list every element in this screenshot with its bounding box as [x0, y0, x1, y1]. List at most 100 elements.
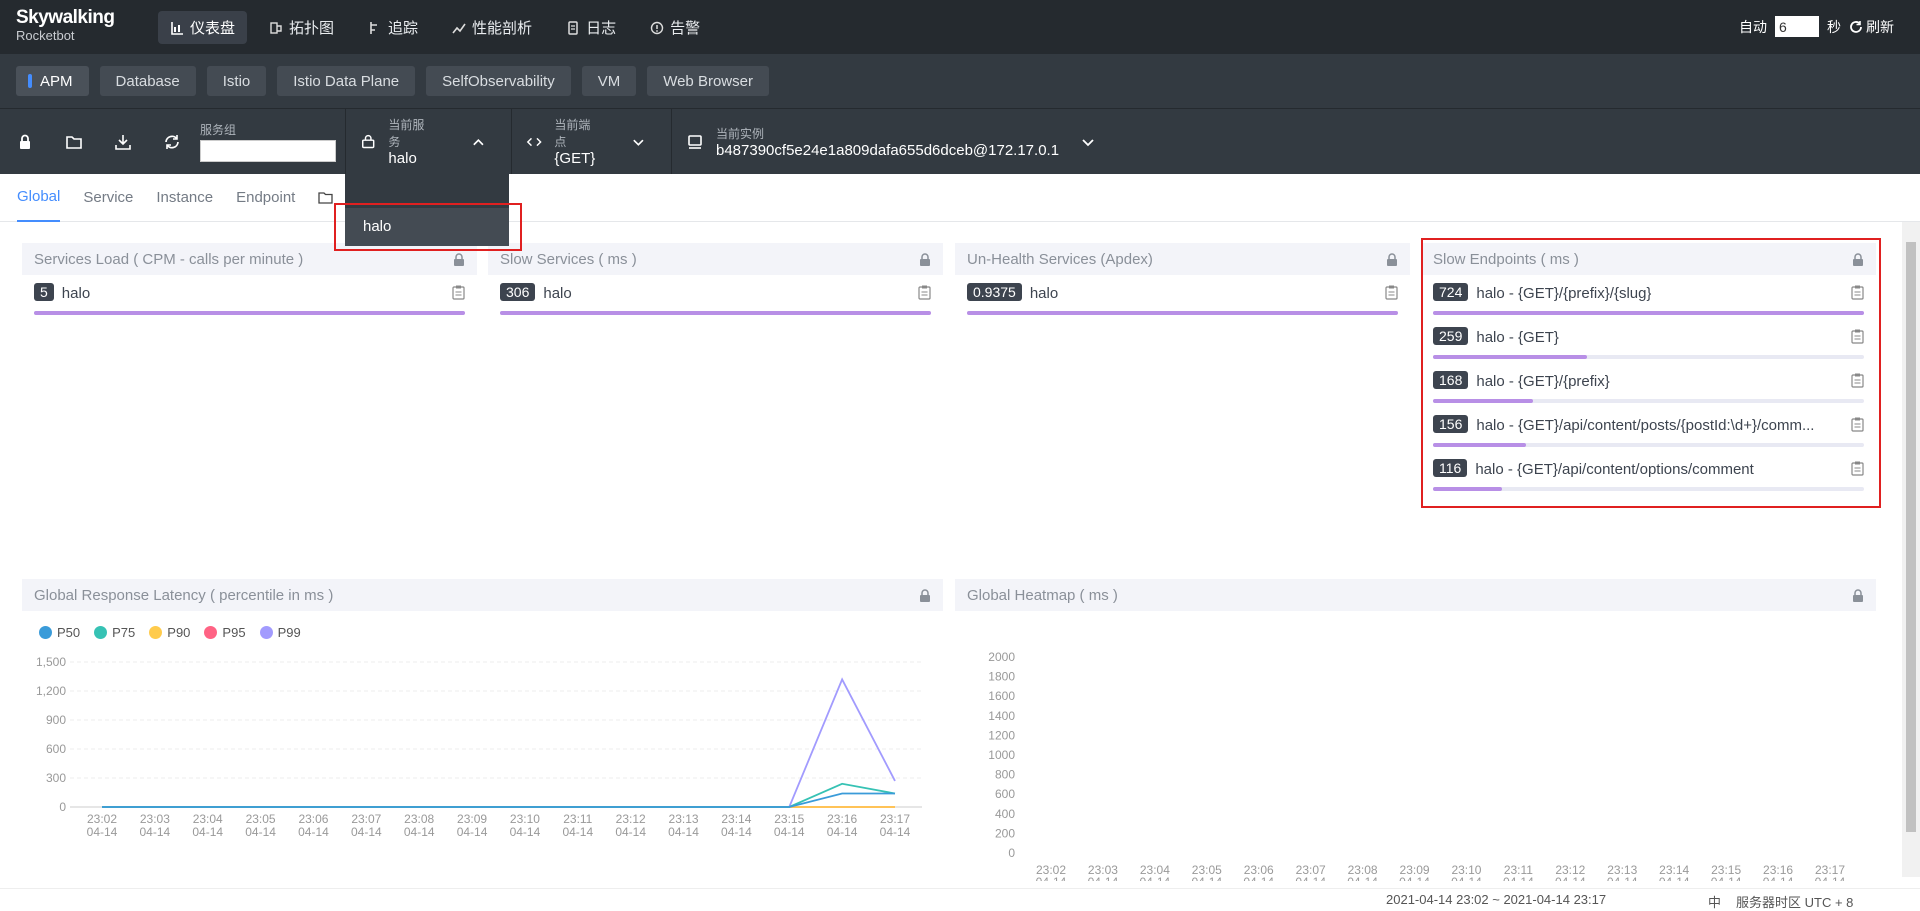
x-tick-label: 23:14 [721, 812, 751, 826]
instance-selector[interactable]: 当前实例 b487390cf5e24e1a809dafa655d6dceb@17… [671, 108, 1133, 175]
layer-web-browser[interactable]: Web Browser [647, 66, 769, 96]
time-range[interactable]: 2021-04-14 23:02 ~ 2021-04-14 23:17 [1386, 892, 1606, 907]
lock-icon[interactable] [1852, 588, 1864, 602]
scrollbar-thumb[interactable] [1906, 242, 1916, 832]
nav-profile-label: 性能剖析 [472, 20, 533, 37]
nav-dashboard[interactable]: 仪表盘 [158, 11, 248, 44]
x-tick-label: 23:12 [616, 812, 646, 826]
list-item[interactable]: 168 halo - {GET}/{prefix} [1421, 363, 1876, 407]
clipboard-icon[interactable] [918, 285, 931, 300]
list-item[interactable]: 0.9375 halo [955, 275, 1410, 319]
list-item[interactable]: 116 halo - {GET}/api/content/options/comm… [1421, 451, 1876, 495]
nav-log[interactable]: 日志 [554, 11, 628, 44]
y-tick-label: 200 [995, 826, 1015, 840]
x-tick-sublabel: 04-14 [192, 825, 223, 839]
x-tick-label: 23:02 [87, 812, 117, 826]
tab-folder-button[interactable] [318, 174, 333, 222]
clipboard-icon[interactable] [1851, 417, 1864, 432]
panel-title: Global Response Latency ( percentile in … [34, 586, 334, 604]
legend-label: P50 [57, 625, 81, 640]
service-option-halo[interactable]: halo [345, 208, 509, 246]
legend-item[interactable]: P99 [259, 625, 301, 640]
slow-endpoints-list: 724 halo - {GET}/{prefix}/{slug} 259 halo -… [1421, 275, 1876, 495]
item-name: halo - {GET}/{prefix} [1476, 373, 1610, 390]
chevron-up-icon [473, 138, 484, 145]
list-item[interactable]: 259 halo - {GET} [1421, 319, 1876, 363]
layer-vm[interactable]: VM [581, 66, 637, 96]
endpoint-selector[interactable]: 当前端点 {GET} [511, 108, 671, 175]
reload-button[interactable] [147, 109, 196, 175]
y-tick-label: 2000 [988, 650, 1015, 664]
language-toggle[interactable]: 中 [1708, 892, 1721, 911]
legend-dot [149, 626, 163, 639]
auto-refresh: 自动 秒 刷新 [1739, 16, 1894, 37]
panel-header: Services Load ( CPM - calls per minute ) [22, 243, 477, 275]
tab-instance[interactable]: Instance [156, 174, 213, 222]
logo-subtitle: Rocketbot [16, 28, 75, 43]
x-tick-sublabel: 04-14 [827, 825, 858, 839]
download-icon [114, 134, 131, 150]
auto-interval-input[interactable] [1775, 16, 1819, 37]
y-tick-label: 1,500 [36, 655, 66, 669]
legend-item[interactable]: P90 [149, 625, 190, 640]
service-group-input[interactable] [200, 140, 336, 162]
item-name: halo [543, 285, 572, 302]
download-button[interactable] [98, 109, 147, 175]
tab-service[interactable]: Service [83, 174, 133, 222]
layer-database[interactable]: Database [99, 66, 196, 96]
lock-icon[interactable] [919, 252, 931, 266]
service-selector[interactable]: 当前服务 halo [345, 108, 511, 175]
endpoint-label: 当前端点 [554, 118, 591, 149]
legend-item[interactable]: P50 [39, 625, 80, 640]
clipboard-icon[interactable] [1851, 461, 1864, 476]
lock-button[interactable] [0, 109, 49, 175]
nav-profile[interactable]: 性能剖析 [440, 11, 544, 44]
nav-trace-label: 追踪 [388, 20, 419, 37]
layer-istio[interactable]: Istio [206, 66, 267, 96]
page-scrollbar[interactable] [1902, 222, 1920, 877]
legend-dot [259, 626, 273, 639]
service-group-field: 服务组 [200, 121, 336, 162]
ratio-bar [967, 311, 1398, 315]
lock-icon[interactable] [1852, 252, 1864, 266]
clipboard-icon[interactable] [1851, 329, 1864, 344]
legend-item[interactable]: P95 [204, 625, 246, 640]
panel-header: Un-Health Services (Apdex) [955, 243, 1410, 275]
tab-global[interactable]: Global [17, 174, 61, 222]
instance-icon [688, 134, 702, 149]
lock-icon[interactable] [1386, 252, 1398, 266]
lock-icon[interactable] [453, 252, 465, 266]
clipboard-icon[interactable] [1851, 285, 1864, 300]
legend-dot [39, 626, 52, 639]
ratio-bar-fill [1433, 443, 1526, 447]
service-dropdown: halo [345, 174, 509, 246]
legend-item[interactable]: P75 [94, 625, 135, 640]
logo-title: Skywalking [16, 7, 115, 28]
clipboard-icon[interactable] [1851, 373, 1864, 388]
value-badge: 306 [500, 283, 536, 301]
chevron-down-icon [1082, 138, 1094, 146]
tab-endpoint[interactable]: Endpoint [236, 174, 295, 222]
alarm-icon [650, 21, 664, 34]
lock-icon[interactable] [919, 588, 931, 602]
folder-button[interactable] [49, 109, 98, 175]
list-item[interactable]: 156 halo - {GET}/api/content/posts/{postI… [1421, 407, 1876, 451]
nav-topology[interactable]: 拓扑图 [257, 11, 346, 44]
list-item[interactable]: 724 halo - {GET}/{prefix}/{slug} [1421, 275, 1876, 319]
legend-dot [94, 626, 108, 639]
clipboard-icon[interactable] [452, 285, 465, 300]
x-tick-label: 23:17 [880, 812, 910, 826]
clipboard-icon[interactable] [1385, 285, 1398, 300]
auto-label: 自动 [1739, 18, 1767, 35]
layer-selfobservability[interactable]: SelfObservability [426, 66, 571, 96]
list-item[interactable]: 306 halo [488, 275, 943, 319]
selector-toolbar: 服务组 当前服务 halo 当前端点 {GET} 当前实例 b487390cf5… [0, 108, 1920, 175]
nav-trace[interactable]: 追踪 [356, 11, 430, 44]
layer-istio-data-plane[interactable]: Istio Data Plane [277, 66, 416, 96]
ratio-bar-fill [1433, 487, 1502, 491]
list-item[interactable]: 5 halo [22, 275, 477, 319]
refresh-button[interactable]: 刷新 [1849, 17, 1894, 37]
x-tick-sublabel: 04-14 [1088, 875, 1119, 881]
layer-apm[interactable]: APM [16, 66, 89, 96]
nav-alarm[interactable]: 告警 [638, 11, 712, 44]
